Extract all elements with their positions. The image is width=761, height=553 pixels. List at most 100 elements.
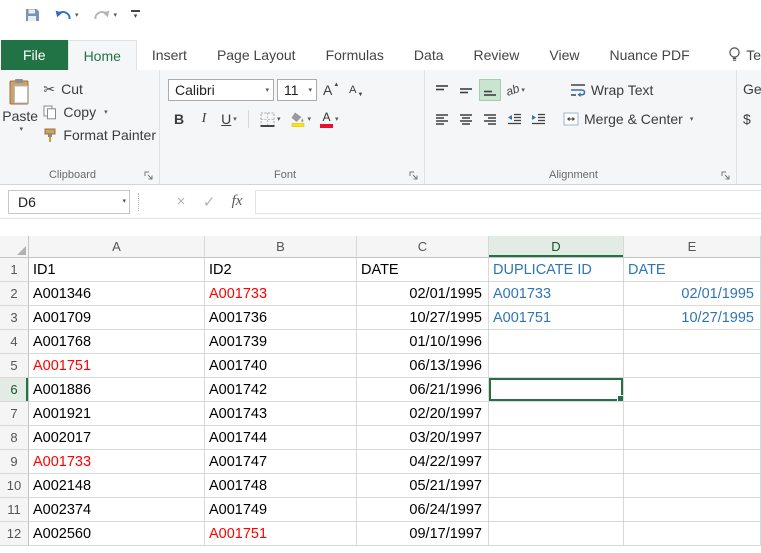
row-header-9[interactable]: 9 bbox=[0, 450, 29, 474]
cell-A4[interactable]: A001768 bbox=[29, 330, 205, 354]
tab-file[interactable]: File bbox=[1, 40, 68, 70]
tab-home[interactable]: Home bbox=[67, 40, 137, 70]
cut-button[interactable]: ✂ Cut bbox=[40, 80, 159, 98]
cell-A6[interactable]: A001886 bbox=[29, 378, 205, 402]
cell-B8[interactable]: A001744 bbox=[205, 426, 357, 450]
tab-nuance-pdf[interactable]: Nuance PDF bbox=[595, 40, 705, 70]
increase-font-size-button[interactable]: A ▲ bbox=[320, 79, 342, 101]
cell-E6[interactable] bbox=[624, 378, 761, 402]
borders-button[interactable]: ▾ bbox=[257, 108, 284, 130]
cell-B2[interactable]: A001733 bbox=[205, 282, 357, 306]
cell-B3[interactable]: A001736 bbox=[205, 306, 357, 330]
cell-C11[interactable]: 06/24/1997 bbox=[357, 498, 489, 522]
column-header-A[interactable]: A bbox=[29, 236, 205, 258]
cell-C4[interactable]: 01/10/1996 bbox=[357, 330, 489, 354]
font-size-select[interactable]: 11 ▾ bbox=[277, 79, 317, 101]
row-header-7[interactable]: 7 bbox=[0, 402, 29, 426]
redo-button[interactable]: ▾ bbox=[91, 7, 120, 23]
font-color-button[interactable]: A ▾ bbox=[317, 108, 342, 130]
cell-E10[interactable] bbox=[624, 474, 761, 498]
row-header-6[interactable]: 6 bbox=[0, 378, 29, 402]
align-left-button[interactable] bbox=[431, 108, 453, 130]
enter-button[interactable]: ✓ bbox=[195, 190, 223, 214]
row-header-3[interactable]: 3 bbox=[0, 306, 29, 330]
cell-C12[interactable]: 09/17/1997 bbox=[357, 522, 489, 546]
insert-function-button[interactable]: fx bbox=[223, 190, 251, 214]
row-header-10[interactable]: 10 bbox=[0, 474, 29, 498]
tab-data[interactable]: Data bbox=[399, 40, 459, 70]
cell-D7[interactable] bbox=[489, 402, 624, 426]
number-format-select[interactable]: Ge bbox=[743, 81, 761, 97]
cell-A2[interactable]: A001346 bbox=[29, 282, 205, 306]
italic-button[interactable]: I bbox=[193, 108, 215, 130]
decrease-indent-button[interactable] bbox=[503, 108, 525, 130]
row-header-2[interactable]: 2 bbox=[0, 282, 29, 306]
cell-C6[interactable]: 06/21/1996 bbox=[357, 378, 489, 402]
column-header-B[interactable]: B bbox=[205, 236, 357, 258]
decrease-font-size-button[interactable]: A ▼ bbox=[345, 79, 367, 101]
cell-B4[interactable]: A001739 bbox=[205, 330, 357, 354]
formula-bar-splitter[interactable] bbox=[138, 192, 139, 211]
copy-button[interactable]: Copy ▾ bbox=[40, 103, 159, 121]
cell-C10[interactable]: 05/21/1997 bbox=[357, 474, 489, 498]
wrap-text-button[interactable]: Wrap Text bbox=[570, 82, 653, 98]
cell-D1[interactable]: DUPLICATE ID bbox=[489, 258, 624, 282]
increase-indent-button[interactable] bbox=[527, 108, 549, 130]
tab-view[interactable]: View bbox=[534, 40, 594, 70]
align-bottom-button[interactable] bbox=[479, 79, 501, 101]
cell-B1[interactable]: ID2 bbox=[205, 258, 357, 282]
cell-D2[interactable]: A001733 bbox=[489, 282, 624, 306]
bold-button[interactable]: B bbox=[168, 108, 190, 130]
cell-E8[interactable] bbox=[624, 426, 761, 450]
merge-center-button[interactable]: Merge & Center ▾ bbox=[563, 111, 693, 127]
format-painter-button[interactable]: Format Painter bbox=[40, 126, 159, 144]
cell-D9[interactable] bbox=[489, 450, 624, 474]
cell-A5[interactable]: A001751 bbox=[29, 354, 205, 378]
cell-E9[interactable] bbox=[624, 450, 761, 474]
cell-A7[interactable]: A001921 bbox=[29, 402, 205, 426]
select-all-corner[interactable] bbox=[0, 236, 29, 258]
cell-A1[interactable]: ID1 bbox=[29, 258, 205, 282]
cell-B5[interactable]: A001740 bbox=[205, 354, 357, 378]
tab-review[interactable]: Review bbox=[459, 40, 535, 70]
tab-insert[interactable]: Insert bbox=[137, 40, 202, 70]
save-button[interactable] bbox=[22, 6, 42, 24]
tab-formulas[interactable]: Formulas bbox=[311, 40, 399, 70]
cell-E3[interactable]: 10/27/1995 bbox=[624, 306, 761, 330]
cell-C7[interactable]: 02/20/1997 bbox=[357, 402, 489, 426]
cell-A3[interactable]: A001709 bbox=[29, 306, 205, 330]
row-header-12[interactable]: 12 bbox=[0, 522, 29, 546]
font-name-select[interactable]: Calibri ▾ bbox=[168, 79, 274, 101]
cell-B10[interactable]: A001748 bbox=[205, 474, 357, 498]
cell-A10[interactable]: A002148 bbox=[29, 474, 205, 498]
accounting-format-button[interactable]: $ bbox=[743, 111, 761, 127]
cell-C5[interactable]: 06/13/1996 bbox=[357, 354, 489, 378]
cell-D3[interactable]: A001751 bbox=[489, 306, 624, 330]
cell-A12[interactable]: A002560 bbox=[29, 522, 205, 546]
underline-button[interactable]: U ▾ bbox=[218, 108, 240, 130]
column-header-D[interactable]: D bbox=[489, 236, 624, 258]
tab-page-layout[interactable]: Page Layout bbox=[202, 40, 311, 70]
cell-A8[interactable]: A002017 bbox=[29, 426, 205, 450]
align-center-button[interactable] bbox=[455, 108, 477, 130]
cell-E12[interactable] bbox=[624, 522, 761, 546]
column-header-C[interactable]: C bbox=[357, 236, 489, 258]
customize-qat-button[interactable]: ▾ bbox=[129, 9, 142, 21]
cell-B11[interactable]: A001749 bbox=[205, 498, 357, 522]
cell-E2[interactable]: 02/01/1995 bbox=[624, 282, 761, 306]
tell-me[interactable]: Te bbox=[722, 40, 761, 70]
align-top-button[interactable] bbox=[431, 79, 453, 101]
cell-B6[interactable]: A001742 bbox=[205, 378, 357, 402]
row-header-5[interactable]: 5 bbox=[0, 354, 29, 378]
cell-B12[interactable]: A001751 bbox=[205, 522, 357, 546]
column-header-E[interactable]: E bbox=[624, 236, 761, 258]
cell-C3[interactable]: 10/27/1995 bbox=[357, 306, 489, 330]
cell-E7[interactable] bbox=[624, 402, 761, 426]
paste-button[interactable]: Paste ▾ bbox=[0, 70, 40, 166]
undo-button[interactable]: ▾ bbox=[52, 7, 81, 23]
row-header-4[interactable]: 4 bbox=[0, 330, 29, 354]
row-header-1[interactable]: 1 bbox=[0, 258, 29, 282]
formula-input[interactable] bbox=[255, 189, 761, 214]
orientation-button[interactable]: ab ▾ bbox=[503, 79, 528, 101]
align-right-button[interactable] bbox=[479, 108, 501, 130]
